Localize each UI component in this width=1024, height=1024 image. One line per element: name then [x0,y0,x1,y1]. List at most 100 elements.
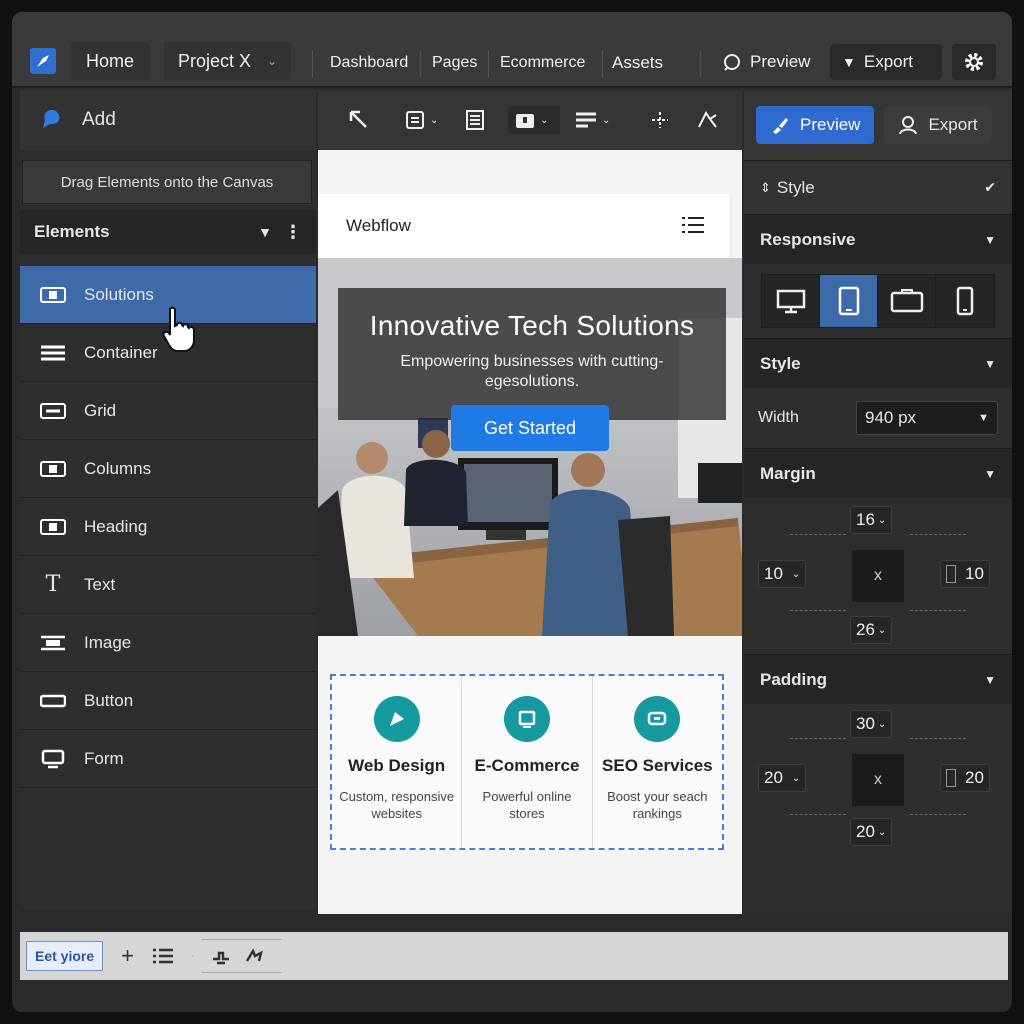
nav-dashboard[interactable]: Dashboard [330,44,408,82]
element-grid[interactable]: Grid [20,382,316,440]
right-export-button[interactable]: Export [884,106,992,144]
desktop-icon[interactable] [762,275,820,327]
nav-assets[interactable]: Assets [612,44,663,82]
guide-line [790,738,846,739]
menu-icon[interactable] [682,216,704,234]
chevron-down-icon: ▼ [984,356,996,371]
services-row[interactable]: Web Design Custom, responsive websites E… [330,674,724,850]
hero-section[interactable]: Innovative Tech Solutions Empowering bus… [318,258,742,636]
project-selector[interactable]: Project X ⌄ [164,42,292,80]
chevron-down-icon: ⌄ [791,568,801,580]
canvas-toolbar: ⌄ ⌄ ⌄ [318,90,742,150]
chat-icon [634,696,681,742]
selected-element-tag[interactable]: Eet yiore [26,941,104,971]
guide-line [790,534,846,535]
logo-icon[interactable] [30,48,56,74]
divider [700,50,701,78]
margin-top-input[interactable]: 16 ⌄ [850,506,893,534]
crosshair-tool-icon[interactable] [650,106,670,134]
service-card-seo[interactable]: SEO Services Boost your seach rankings [593,676,722,848]
page-tool-icon[interactable]: ⌄ [404,106,438,134]
element-columns[interactable]: Columns [20,440,316,498]
sort-icon: ⇕ [760,179,771,195]
columns-icon [40,459,66,479]
padding-header[interactable]: Padding ▼ [744,654,1012,704]
style-header[interactable]: Style ▼ [744,338,1012,388]
hero-subtitle-line-2: egesolutions. [484,373,580,390]
tablet-icon[interactable] [820,275,878,327]
text-icon: T [45,572,61,597]
hero-overlay[interactable]: Innovative Tech Solutions Empowering bus… [338,288,726,420]
top-bar: Home Project X ⌄ Dashboard Pages Ecommer… [12,12,1012,88]
service-card-web-design[interactable]: Web Design Custom, responsive websites [332,676,463,848]
get-started-button[interactable]: Get Started [451,405,609,451]
margin-left-input[interactable]: 10 ⌄ [758,560,807,588]
style-label: Style [760,353,801,373]
design-canvas[interactable]: Webflow Innovative Tech Solutions Empowe… [318,150,742,914]
preview-label: Preview [750,52,811,71]
guide-line [790,814,846,815]
margin-bottom-input[interactable]: 26 ⌄ [850,616,893,644]
preview-icon [724,54,740,71]
preview-button[interactable]: Preview [710,44,822,80]
margin-header[interactable]: Margin ▼ [744,448,1012,498]
element-label: Image [84,632,132,652]
pen-tool-icon[interactable] [696,106,720,134]
more-icon[interactable]: ⋮ [284,223,302,241]
padding-top-value: 30 [856,714,875,733]
home-tab[interactable]: Home [70,42,151,80]
brush-icon [773,118,788,134]
chevron-down-icon: ▼ [984,466,996,481]
width-select[interactable]: 940 px ▼ [856,401,998,435]
layout-tool-icon[interactable] [464,106,486,134]
element-heading[interactable]: Heading [20,498,316,556]
responsive-header[interactable]: Responsive ▼ [744,214,1012,264]
element-label: Columns [84,458,152,478]
nav-ecommerce[interactable]: Ecommerce [500,44,585,82]
add-panel-header[interactable]: Add [20,90,316,150]
width-value: 940 px [865,408,917,427]
service-card-ecommerce[interactable]: E-Commerce Powerful online stores [462,676,593,848]
element-label: Button [84,690,134,710]
margin-label: Margin [760,463,816,483]
align-tool-icon[interactable]: ⌄ [574,106,610,134]
image-icon [40,633,66,653]
divider [602,50,603,78]
padding-right-value: 20 [965,768,984,787]
settings-button[interactable] [952,44,996,80]
element-label: Heading [84,516,148,536]
element-image[interactable]: Image [20,614,316,672]
breadcrumb[interactable] [192,939,282,973]
chevron-down-icon: ⌄ [877,718,887,730]
guide-line [910,738,966,739]
padding-bottom-input[interactable]: 20 ⌄ [850,818,893,846]
element-button[interactable]: Button [20,672,316,730]
mobile-icon[interactable] [936,275,994,327]
nav-pages[interactable]: Pages [432,44,477,82]
style-header-top[interactable]: ⇕ Style ✔ [744,160,1012,214]
export-label: Export [863,52,913,71]
padding-right-input[interactable]: 20 [940,764,990,792]
right-preview-button[interactable]: Preview [756,106,875,144]
padding-left-input[interactable]: 20 ⌄ [758,764,807,792]
site-navbar[interactable]: Webflow [318,194,730,258]
export-button[interactable]: ▼ Export [830,44,942,80]
component-icon [211,947,231,965]
plus-icon[interactable]: + [121,943,134,969]
margin-right-input[interactable]: 10 [940,560,990,588]
padding-top-input[interactable]: 30 ⌄ [850,710,893,738]
drag-hint: Drag Elements onto the Canvas [22,160,312,204]
element-text[interactable]: T Text [20,556,316,614]
chevron-down-icon: ⌄ [791,772,801,784]
heading-icon [40,517,66,537]
chevron-down-icon[interactable]: ▼ [258,224,272,240]
chevron-down-icon: ⌄ [267,54,278,68]
select-tool-icon[interactable] [348,106,370,134]
elements-header[interactable]: Elements ▼ ⋮ [20,210,316,254]
list-icon[interactable] [152,947,174,965]
caret-down-icon: ▼ [842,54,856,70]
right-toolbar: Preview Export [744,90,1012,160]
tablet-landscape-icon[interactable] [878,275,936,327]
element-form[interactable]: Form [20,730,316,788]
component-tool-icon[interactable]: ⌄ [508,106,560,134]
